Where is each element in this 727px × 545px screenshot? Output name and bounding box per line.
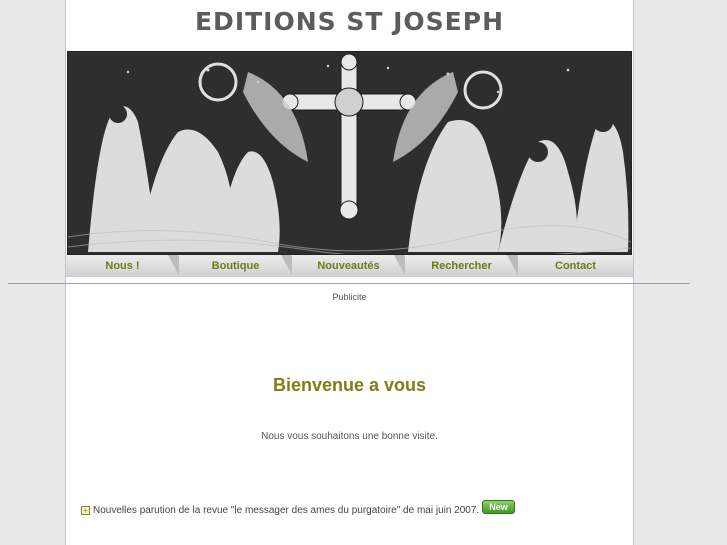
welcome-heading: Bienvenue a vous [272,375,427,395]
plus-icon: + [81,505,90,515]
news-item-text[interactable]: Nouvelles parution de la revue "le messa… [93,505,479,516]
welcome-subtext: Nous vous souhaitons une bonne visite. [261,431,438,442]
ad-label: Publicite [332,292,367,302]
nav-item-boutique[interactable]: Boutique [179,255,292,277]
header-banner-image [67,51,632,255]
page-container: EDITIONS ST JOSEPH Nous ! Boutique Nouve… [65,0,634,545]
news-item[interactable]: + Nouvelles parution de la revue "le mes… [81,500,515,517]
new-badge: New [482,500,515,514]
nav-item-contact[interactable]: Contact [518,255,633,277]
main-nav: Nous ! Boutique Nouveautés Rechercher Co… [66,255,633,277]
horizontal-divider [8,283,690,284]
nav-item-nous[interactable]: Nous ! [66,255,179,277]
site-title: EDITIONS ST JOSEPH [194,7,504,36]
nav-item-nouveautes[interactable]: Nouveautés [292,255,405,277]
nav-item-rechercher[interactable]: Rechercher [405,255,518,277]
